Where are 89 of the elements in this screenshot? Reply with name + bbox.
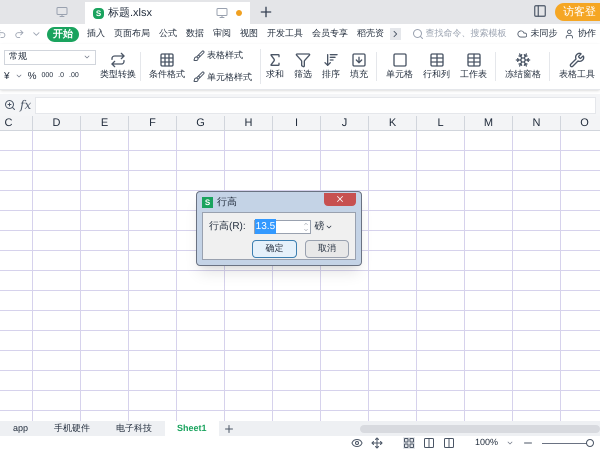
close-icon [335, 194, 345, 204]
sheet-tab[interactable]: app [0, 421, 42, 436]
column-header[interactable]: F [129, 116, 177, 130]
caret-icon [506, 439, 514, 447]
ribbon-tool-button[interactable]: 求和 [261, 52, 289, 82]
table-style-button[interactable]: 表格样式 [193, 49, 252, 62]
ribbon-tool-button[interactable]: 表格工具 [554, 52, 600, 82]
menu-tab[interactable]: 稻壳资 [354, 27, 388, 41]
zoom-icon[interactable] [4, 99, 16, 111]
brush-icon [193, 50, 205, 62]
page-break-icon[interactable] [442, 437, 455, 449]
sort-icon [323, 52, 339, 68]
column-header[interactable]: E [81, 116, 129, 130]
more-icon[interactable] [390, 28, 401, 40]
sync-status[interactable]: 未同步 [530, 27, 558, 41]
add-sheet-icon[interactable] [222, 422, 235, 434]
normal-view-icon[interactable] [402, 437, 415, 449]
number-format-dropdown[interactable]: 常规 [4, 50, 96, 64]
column-header[interactable]: H [225, 116, 273, 130]
menu-tab[interactable]: 视图 [237, 27, 262, 41]
document-tab[interactable]: S 标题.xlsx [85, 2, 250, 24]
page-view-icon[interactable] [422, 437, 435, 449]
ribbon-tool-button[interactable]: 冻结窗格 [500, 52, 550, 82]
menu-tab[interactable]: 开发工具 [264, 27, 306, 41]
table-icon [428, 52, 444, 68]
redo-icon[interactable] [14, 28, 24, 40]
menu-tab[interactable]: 插入 [84, 27, 108, 41]
convert-button[interactable]: 类型转换 [100, 52, 141, 82]
currency-button[interactable]: ¥ [4, 68, 10, 84]
column-header[interactable]: O [561, 116, 600, 130]
caret-icon [14, 72, 23, 80]
percent-button[interactable]: % [28, 68, 36, 84]
sheet-tab[interactable]: 电子科技 [103, 421, 166, 436]
column-header[interactable]: L [417, 116, 465, 130]
row-height-label: 行高(R): [209, 220, 246, 234]
column-header[interactable]: K [369, 116, 417, 130]
menu-tab[interactable]: 审阅 [210, 27, 234, 41]
menu-tab[interactable]: 会员专享 [309, 27, 352, 41]
column-header[interactable]: G [177, 116, 225, 130]
ribbon-tool-button[interactable]: 筛选 [289, 52, 317, 82]
snowflake-icon [515, 52, 531, 68]
layout-icon[interactable] [533, 4, 547, 18]
column-header[interactable]: J [321, 116, 369, 130]
cloud-icon [516, 28, 528, 40]
column-header[interactable]: I [273, 116, 321, 130]
unit-dropdown[interactable]: 磅 [314, 219, 333, 234]
square-icon [392, 52, 408, 68]
brush-icon [193, 71, 205, 84]
ribbon-tool-button[interactable]: 单元格 [381, 52, 418, 82]
spreadsheet-icon: S [93, 8, 104, 18]
column-header[interactable]: D [33, 116, 81, 130]
menu-tab[interactable]: 页面布局 [111, 27, 154, 41]
document-title: 标题.xlsx [108, 6, 152, 21]
new-tab-icon[interactable] [258, 4, 274, 20]
cancel-button[interactable]: 取消 [304, 240, 349, 258]
ribbon-tool-button[interactable]: 填充 [345, 52, 377, 82]
cell-style-button[interactable]: 单元格样式 [193, 70, 252, 84]
ribbon-tool-button[interactable]: 工作表 [455, 52, 496, 82]
zoom-slider-thumb[interactable] [586, 439, 594, 447]
wrench-icon [569, 52, 585, 68]
column-header[interactable]: N [513, 116, 561, 130]
monitor-icon [216, 7, 228, 19]
zoom-level[interactable]: 100% [474, 436, 498, 450]
column-header[interactable]: C [0, 116, 33, 130]
convert-arrows-icon [110, 52, 126, 68]
fill-down-icon [351, 52, 367, 68]
search-icon [412, 28, 424, 40]
formula-input[interactable] [35, 96, 596, 114]
close-button[interactable] [324, 192, 356, 206]
conditional-format-button[interactable]: 条件格式 [149, 52, 185, 82]
app-icon: S [202, 196, 213, 208]
ribbon-tool-button[interactable]: 排序 [317, 52, 345, 82]
eye-icon[interactable] [350, 437, 363, 449]
cross-icon[interactable] [370, 437, 383, 449]
user-icon [564, 28, 576, 40]
sheet-tab[interactable]: 手机硬件 [41, 421, 104, 436]
collaborate-button[interactable]: 协作 [578, 27, 596, 41]
caret-icon [83, 53, 91, 61]
column-header[interactable]: M [465, 116, 513, 130]
spin-up-icon[interactable] [302, 220, 310, 226]
ribbon-tool-button[interactable]: 行和列 [418, 52, 455, 82]
ok-button[interactable]: 确定 [252, 240, 296, 258]
funnel-icon [295, 52, 311, 68]
function-label[interactable]: fx [20, 96, 32, 114]
table-icon [466, 52, 482, 68]
menu-tab[interactable]: 公式 [156, 27, 180, 41]
dialog-title: 行高 [217, 196, 237, 210]
menu-tab[interactable]: 数据 [183, 27, 208, 41]
grid-icon [159, 52, 175, 68]
